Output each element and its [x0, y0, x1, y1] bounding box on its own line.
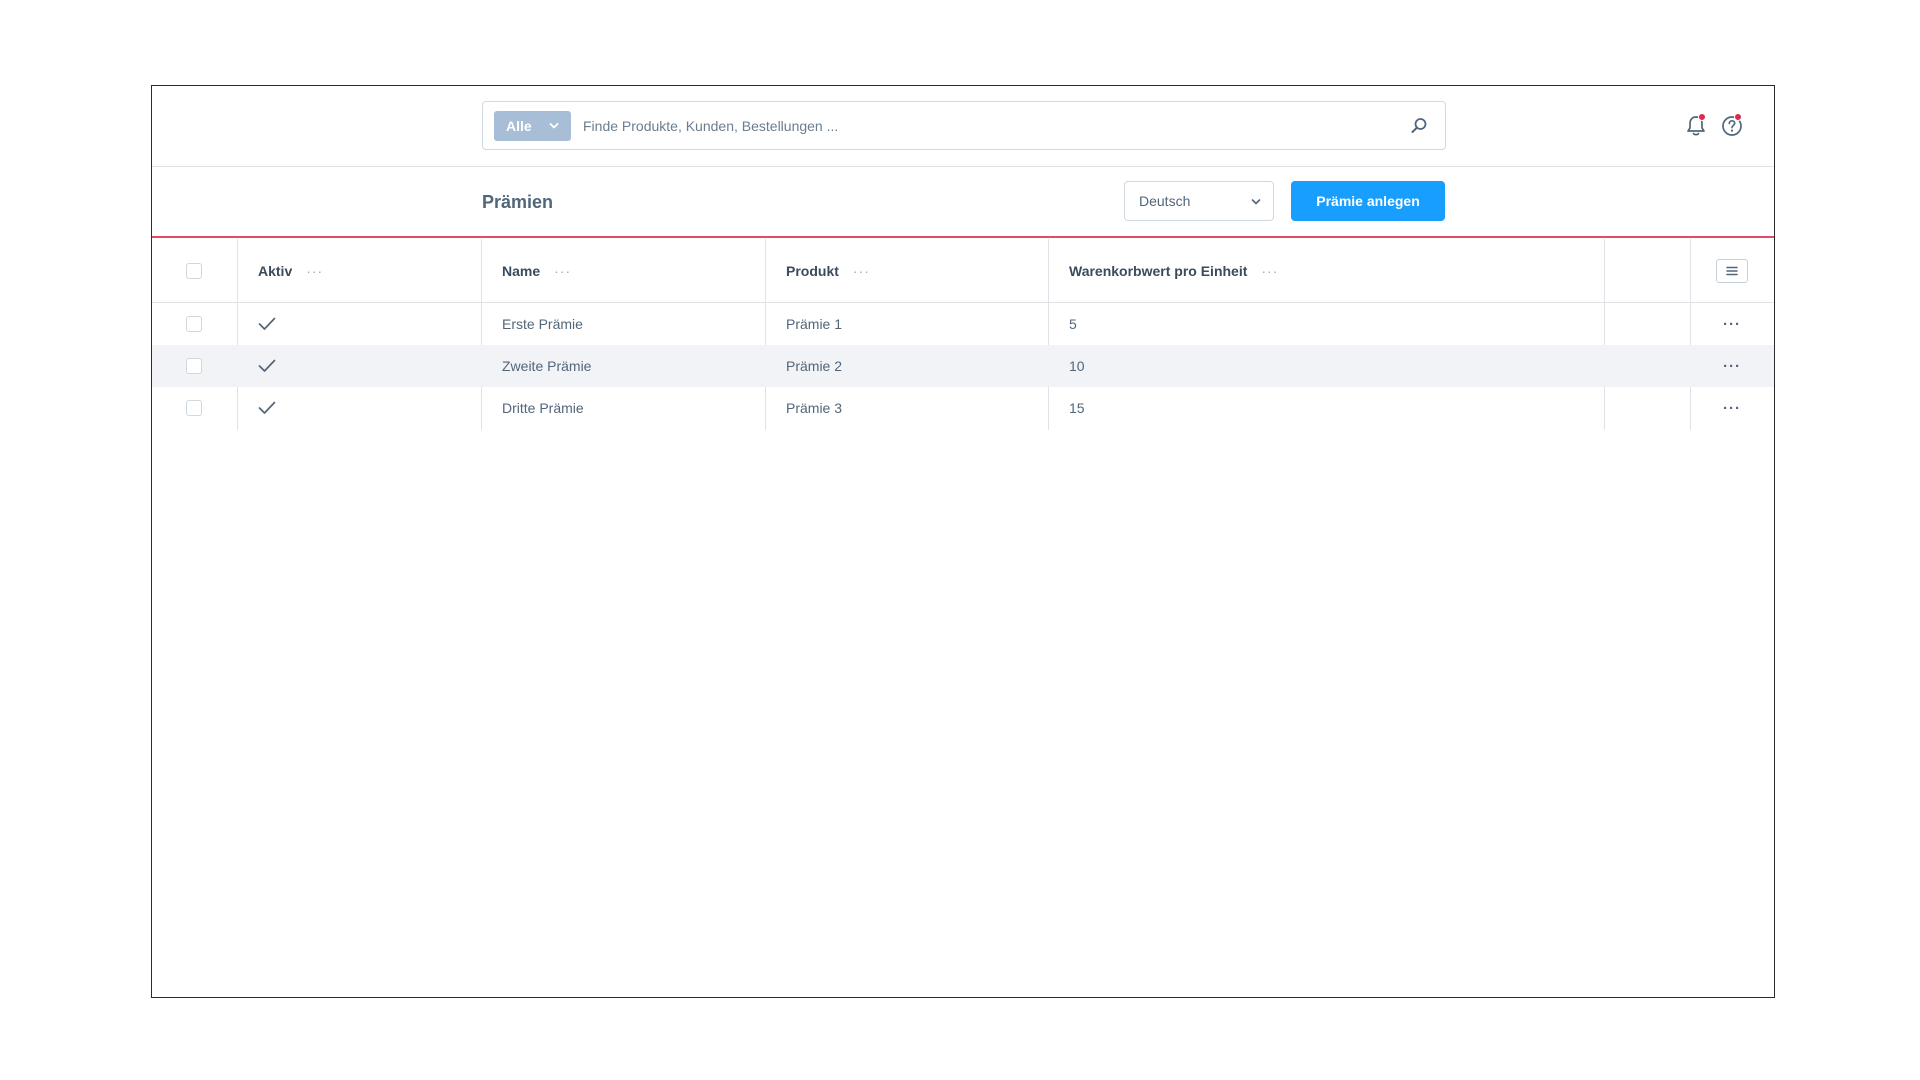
table-header: Aktiv ··· Name ··· Produkt ··· Warenkorb…	[152, 239, 1774, 303]
search-icon[interactable]	[1409, 116, 1429, 136]
check-icon	[258, 317, 276, 330]
language-select[interactable]: Deutsch	[1124, 181, 1274, 221]
table-row[interactable]: Erste Prämie Prämie 1 5 ···	[152, 303, 1774, 345]
select-all-checkbox[interactable]	[186, 262, 202, 279]
row-select-cell	[186, 387, 202, 429]
active-cell	[258, 387, 276, 429]
check-icon	[258, 401, 276, 414]
column-menu-button[interactable]: ···	[1261, 263, 1278, 279]
column-header-cart-value[interactable]: Warenkorbwert pro Einheit ···	[1069, 239, 1278, 302]
column-header-label: Name	[502, 262, 541, 279]
active-cell	[258, 303, 276, 345]
chevron-down-icon	[1251, 199, 1261, 205]
row-select-cell	[186, 345, 202, 387]
row-checkbox[interactable]	[186, 316, 202, 332]
create-reward-button[interactable]: Prämie anlegen	[1291, 181, 1445, 221]
table-row[interactable]: Dritte Prämie Prämie 3 15 ···	[152, 387, 1774, 429]
notifications-button[interactable]	[1683, 113, 1709, 139]
help-badge	[1734, 113, 1742, 121]
table-row[interactable]: Zweite Prämie Prämie 2 10 ···	[152, 345, 1774, 387]
row-actions-button[interactable]: ···	[1723, 358, 1741, 375]
row-actions-cell: ···	[1723, 345, 1741, 387]
top-bar: Alle	[152, 86, 1774, 167]
global-search: Alle	[482, 101, 1446, 150]
row-actions-cell: ···	[1723, 387, 1741, 429]
column-menu-button[interactable]: ···	[554, 263, 571, 279]
notification-badge	[1698, 113, 1706, 121]
product-cell: Prämie 3	[786, 400, 843, 416]
row-checkbox[interactable]	[186, 358, 202, 374]
page-title: Prämien	[482, 192, 554, 212]
product-cell: Prämie 2	[786, 358, 843, 374]
row-actions-button[interactable]: ···	[1723, 400, 1741, 417]
column-menu-button[interactable]: ···	[306, 263, 323, 279]
row-select-cell	[186, 303, 202, 345]
active-cell	[258, 345, 276, 387]
search-input[interactable]	[583, 111, 1383, 141]
help-button[interactable]	[1719, 113, 1745, 139]
column-settings-button[interactable]	[1716, 258, 1748, 283]
column-menu-button[interactable]: ···	[853, 263, 870, 279]
column-header-label: Aktiv	[258, 262, 293, 279]
product-cell: Prämie 1	[786, 316, 843, 332]
column-header-label: Warenkorbwert pro Einheit	[1069, 262, 1248, 279]
cart-value-cell: 15	[1069, 400, 1085, 416]
app-window: Alle Finde Produkte, Kunden, Bestellunge…	[151, 85, 1775, 998]
row-checkbox[interactable]	[186, 400, 202, 416]
rewards-table: Aktiv ··· Name ··· Produkt ··· Warenkorb…	[152, 239, 1774, 429]
cart-value-cell: 5	[1069, 316, 1077, 332]
page-header: Prämien Deutsch Prämie anlegen	[152, 167, 1774, 238]
row-actions-button[interactable]: ···	[1723, 316, 1741, 333]
column-header-label: Produkt	[786, 262, 839, 279]
name-cell[interactable]: Dritte Prämie	[502, 387, 584, 429]
column-header-active[interactable]: Aktiv ···	[258, 239, 323, 302]
row-actions-cell: ···	[1723, 303, 1741, 345]
search-type-dropdown[interactable]: Alle	[494, 111, 571, 141]
language-select-value: Deutsch	[1139, 193, 1191, 209]
column-header-name[interactable]: Name ···	[502, 239, 571, 302]
name-cell[interactable]: Erste Prämie	[502, 303, 583, 345]
cart-value-cell: 10	[1069, 358, 1085, 374]
search-type-label: Alle	[506, 118, 532, 134]
select-all-cell	[186, 239, 202, 302]
list-settings-icon	[1726, 266, 1738, 275]
column-header-product[interactable]: Produkt ···	[786, 239, 870, 302]
chevron-down-icon	[549, 123, 559, 129]
column-settings-cell	[1716, 239, 1748, 302]
name-cell[interactable]: Zweite Prämie	[502, 345, 591, 387]
check-icon	[258, 359, 276, 372]
